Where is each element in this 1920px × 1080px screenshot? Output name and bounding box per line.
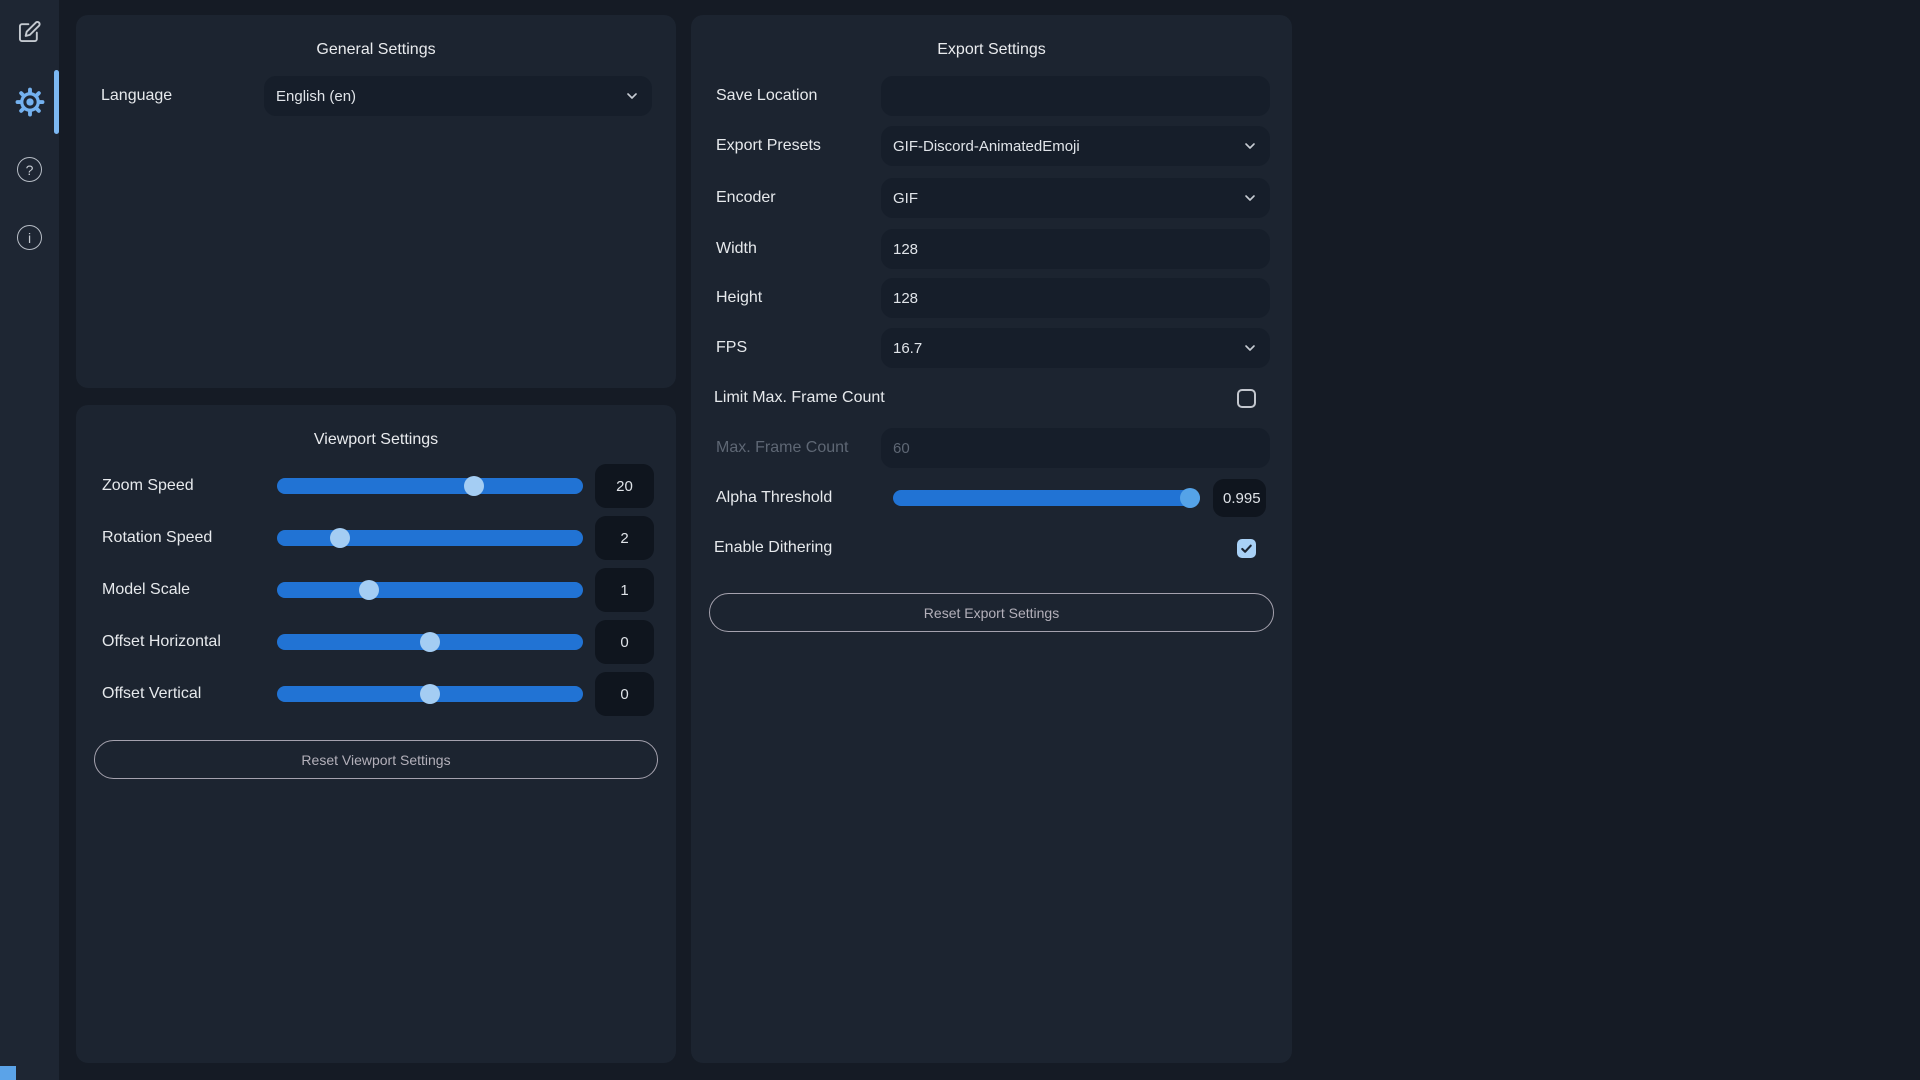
offset-vertical-value: 0 (595, 672, 654, 716)
alpha-threshold-value: 0.995 (1213, 479, 1266, 517)
info-icon: i (17, 225, 42, 250)
chevron-down-icon (624, 88, 640, 108)
width-row: Width 128 (691, 229, 1292, 269)
offset-horizontal-slider[interactable] (277, 634, 583, 650)
offset-horizontal-value: 0 (595, 620, 654, 664)
reset-export-settings-button[interactable]: Reset Export Settings (709, 593, 1274, 632)
sidebar-item-help[interactable]: ? (0, 157, 59, 182)
limit-max-frame-count-row: Limit Max. Frame Count (691, 378, 1292, 418)
max-frame-count-input: 60 (881, 428, 1270, 468)
enable-dithering-checkbox[interactable] (1237, 539, 1256, 558)
width-input[interactable]: 128 (881, 229, 1270, 269)
fps-label: FPS (716, 339, 747, 357)
general-settings-panel: General Settings Language English (en) (76, 15, 676, 388)
rotation-speed-row: Rotation Speed 2 (76, 516, 676, 560)
encoder-select[interactable]: GIF (881, 178, 1270, 218)
fps-select[interactable]: 16.7 (881, 328, 1270, 368)
offset-vertical-slider[interactable] (277, 686, 583, 702)
export-presets-value: GIF-Discord-AnimatedEmoji (893, 138, 1080, 155)
zoom-speed-row: Zoom Speed 20 (76, 464, 676, 508)
limit-max-frame-count-label: Limit Max. Frame Count (714, 389, 885, 407)
language-select[interactable]: English (en) (264, 76, 652, 116)
rotation-speed-slider[interactable] (277, 530, 583, 546)
save-location-input[interactable] (881, 76, 1270, 116)
general-settings-title: General Settings (76, 41, 676, 59)
fps-value: 16.7 (893, 340, 922, 357)
language-label: Language (101, 87, 172, 105)
slider-thumb[interactable] (420, 632, 440, 652)
model-scale-value: 1 (595, 568, 654, 612)
alpha-threshold-row: Alpha Threshold 0.995 (691, 478, 1292, 518)
language-row: Language English (en) (76, 76, 676, 116)
height-input[interactable]: 128 (881, 278, 1270, 318)
max-frame-count-row: Max. Frame Count 60 (691, 428, 1292, 468)
chevron-down-icon (1242, 340, 1258, 360)
height-label: Height (716, 289, 762, 307)
export-presets-label: Export Presets (716, 137, 821, 155)
slider-thumb[interactable] (359, 580, 379, 600)
model-scale-label: Model Scale (102, 581, 190, 599)
offset-horizontal-label: Offset Horizontal (102, 633, 221, 651)
model-scale-row: Model Scale 1 (76, 568, 676, 612)
save-location-row: Save Location (691, 76, 1292, 116)
save-location-label: Save Location (716, 87, 817, 105)
model-scale-slider[interactable] (277, 582, 583, 598)
encoder-row: Encoder GIF (691, 178, 1292, 218)
enable-dithering-label: Enable Dithering (714, 539, 832, 557)
height-value: 128 (893, 290, 918, 307)
export-settings-panel: Export Settings Save Location Export Pre… (691, 15, 1292, 1063)
enable-dithering-row: Enable Dithering (691, 528, 1292, 568)
rotation-speed-label: Rotation Speed (102, 529, 212, 547)
alpha-threshold-slider[interactable] (893, 490, 1200, 506)
encoder-label: Encoder (716, 189, 776, 207)
offset-horizontal-row: Offset Horizontal 0 (76, 620, 676, 664)
active-tab-indicator (54, 70, 59, 134)
slider-thumb[interactable] (330, 528, 350, 548)
export-presets-row: Export Presets GIF-Discord-AnimatedEmoji (691, 126, 1292, 166)
offset-vertical-label: Offset Vertical (102, 685, 201, 703)
language-value: English (en) (276, 88, 356, 105)
viewport-settings-title: Viewport Settings (76, 431, 676, 449)
export-presets-select[interactable]: GIF-Discord-AnimatedEmoji (881, 126, 1270, 166)
encoder-value: GIF (893, 190, 918, 207)
chevron-down-icon (1242, 138, 1258, 158)
slider-thumb[interactable] (420, 684, 440, 704)
check-icon (1239, 541, 1254, 556)
width-value: 128 (893, 241, 918, 258)
sidebar-item-edit[interactable] (0, 18, 59, 50)
zoom-speed-value: 20 (595, 464, 654, 508)
height-row: Height 128 (691, 278, 1292, 318)
corner-accent (0, 1066, 16, 1080)
fps-row: FPS 16.7 (691, 328, 1292, 368)
gear-icon (15, 87, 45, 122)
zoom-speed-label: Zoom Speed (102, 477, 194, 495)
sidebar: ? i (0, 0, 59, 1080)
max-frame-count-value: 60 (893, 440, 910, 457)
limit-max-frame-count-checkbox[interactable] (1237, 389, 1256, 408)
reset-viewport-settings-button[interactable]: Reset Viewport Settings (94, 740, 658, 779)
zoom-speed-slider[interactable] (277, 478, 583, 494)
max-frame-count-label: Max. Frame Count (716, 439, 848, 457)
offset-vertical-row: Offset Vertical 0 (76, 672, 676, 716)
sidebar-item-about[interactable]: i (0, 225, 59, 250)
chevron-down-icon (1242, 190, 1258, 210)
sidebar-item-settings[interactable] (0, 87, 59, 122)
pencil-square-icon (16, 18, 43, 50)
alpha-threshold-label: Alpha Threshold (716, 489, 832, 507)
export-settings-title: Export Settings (691, 41, 1292, 59)
slider-thumb[interactable] (1180, 488, 1200, 508)
slider-thumb[interactable] (464, 476, 484, 496)
rotation-speed-value: 2 (595, 516, 654, 560)
question-icon: ? (17, 157, 42, 182)
viewport-settings-panel: Viewport Settings Zoom Speed 20 Rotation… (76, 405, 676, 1063)
width-label: Width (716, 240, 757, 258)
